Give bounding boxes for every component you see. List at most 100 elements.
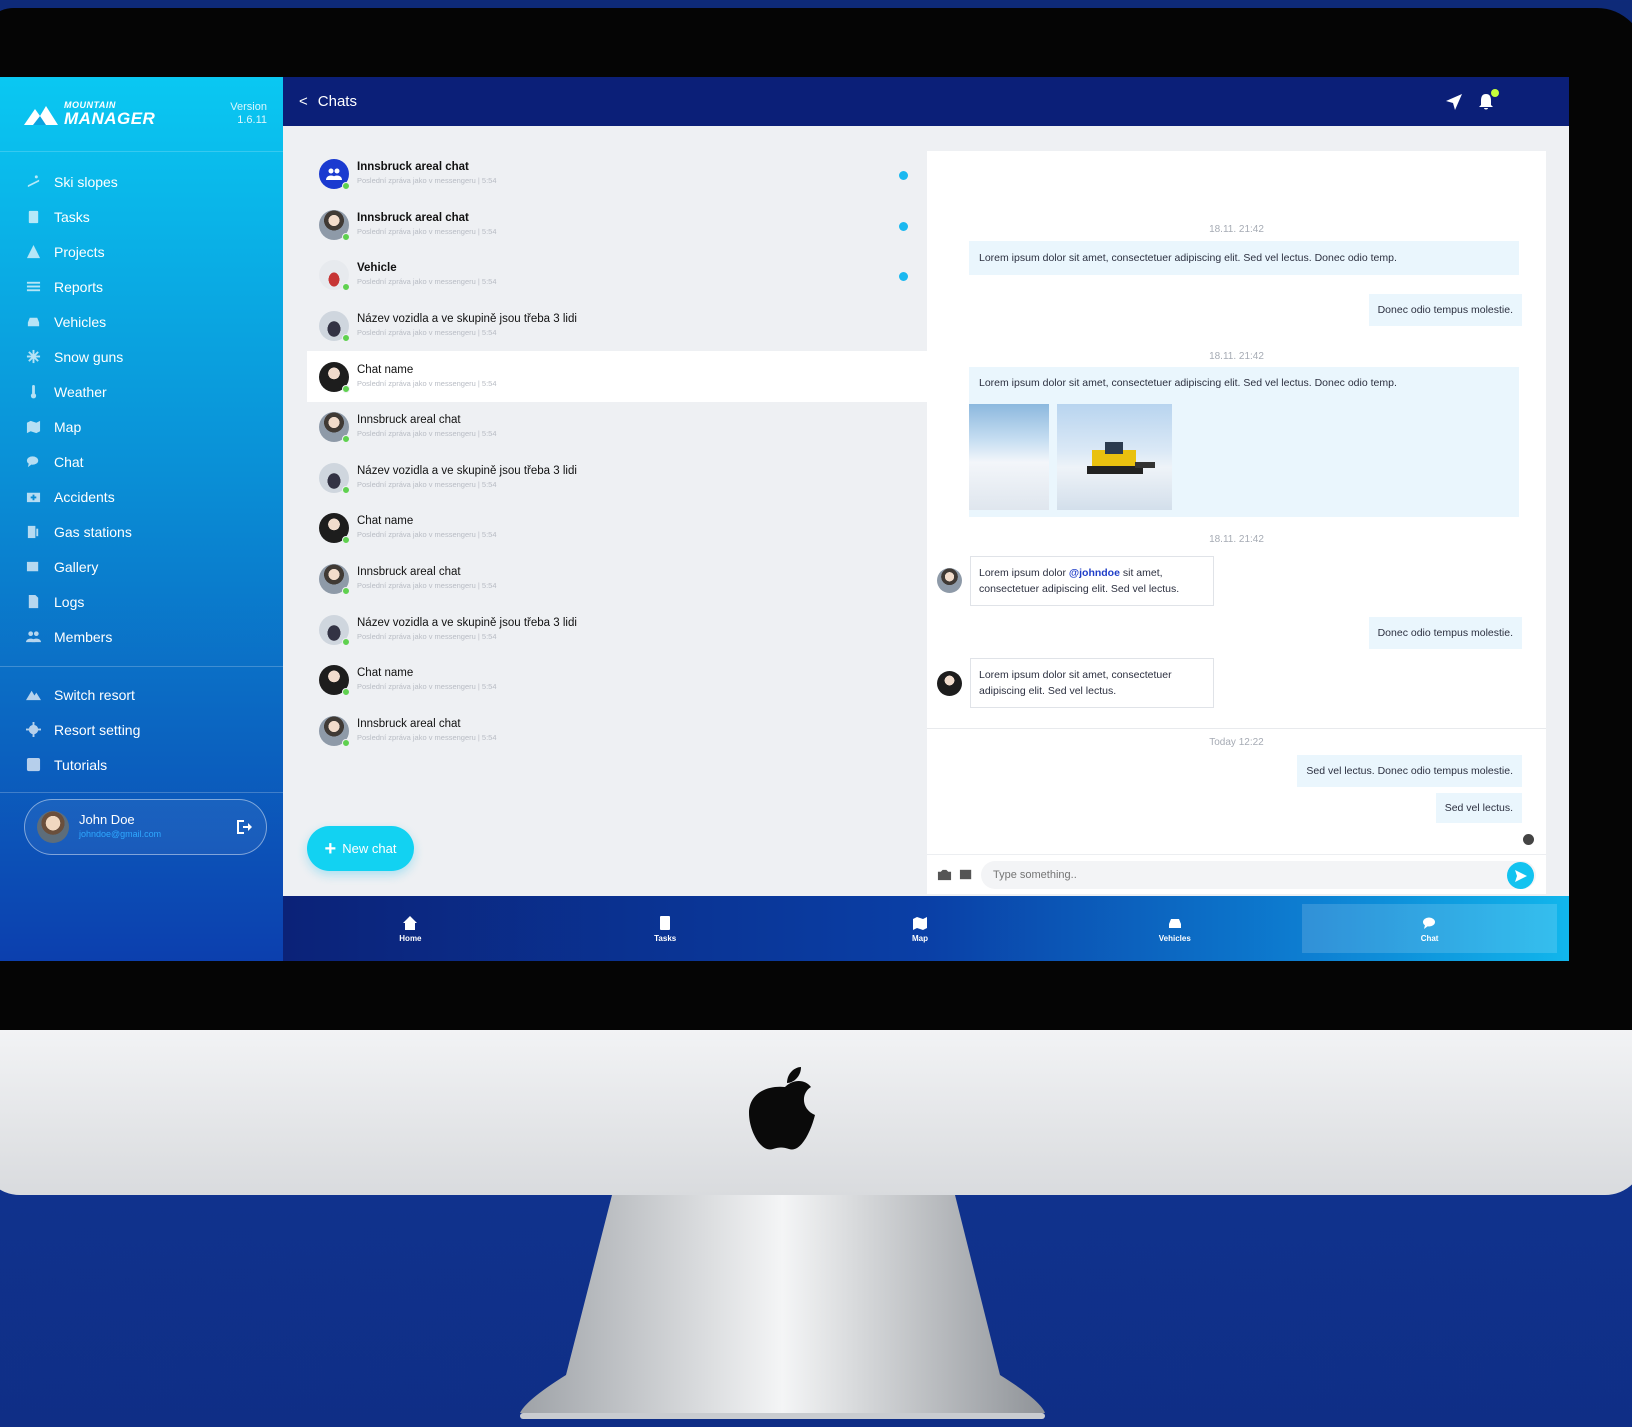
send-button[interactable] xyxy=(1507,862,1534,889)
sidebar-item-gas-stations[interactable]: Gas stations xyxy=(0,514,283,549)
chat-list-item[interactable]: Název vozidla a ve skupině jsou třeba 3 … xyxy=(307,453,927,504)
sidebar-item-label: Members xyxy=(54,628,113,645)
online-indicator xyxy=(342,637,350,646)
message-bubble-own: Sed vel lectus. xyxy=(1435,793,1522,823)
camera-icon[interactable] xyxy=(937,867,952,882)
logout-icon[interactable] xyxy=(234,817,254,837)
user-mention[interactable]: @johndoe xyxy=(1069,567,1120,579)
chat-list-item[interactable]: Innsbruck areal chat Poslední zpráva jako… xyxy=(307,200,927,251)
tab-vehicles[interactable]: Vehicles xyxy=(1047,896,1302,961)
seen-avatar xyxy=(1523,834,1534,845)
tab-map[interactable]: Map xyxy=(793,896,1048,961)
online-indicator xyxy=(342,738,350,747)
page-title: Chats xyxy=(317,93,357,110)
chat-last-message: Poslední zpráva jako v messengeru | 5:54 xyxy=(357,277,497,287)
brand-logo[interactable]: MOUNTAIN MANAGER xyxy=(24,101,155,127)
avatar xyxy=(937,671,962,696)
top-bar: < Chats xyxy=(283,77,1569,126)
sidebar-item-logs[interactable]: Logs xyxy=(0,584,283,619)
user-card[interactable]: John Doe johndoe@gmail.com xyxy=(24,799,267,855)
chat-list: Innsbruck areal chat Poslední zpráva jako… xyxy=(307,149,927,756)
sidebar-item-projects[interactable]: Projects xyxy=(0,234,283,269)
chat-last-message: Poslední zpráva jako v messengeru | 5:54 xyxy=(357,682,497,692)
message-timestamp: Today 12:22 xyxy=(1209,737,1264,748)
sidebar-item-chat[interactable]: Chat xyxy=(0,444,283,479)
navigation-arrow-icon[interactable] xyxy=(1445,93,1463,111)
tab-tasks[interactable]: Tasks xyxy=(538,896,793,961)
warning-icon xyxy=(24,243,42,261)
sidebar-item-map[interactable]: Map xyxy=(0,409,283,444)
chat-name: Chat name xyxy=(357,363,414,376)
avatar xyxy=(319,361,350,393)
chat-list-item[interactable]: Innsbruck areal chat Poslední zpráva jako… xyxy=(307,402,927,453)
chat-list-item[interactable]: Název vozidla a ve skupině jsou třeba 3 … xyxy=(307,604,927,655)
user-name: John Doe xyxy=(79,812,135,827)
chat-name: Chat name xyxy=(357,667,414,680)
chat-list-item[interactable]: Chat name Poslední zpráva jako v messenge… xyxy=(307,503,927,554)
chat-name: Název vozidla a ve skupině jsou třeba 3 … xyxy=(357,313,577,326)
online-indicator xyxy=(342,485,350,494)
sidebar-item-label: Tutorials xyxy=(54,756,108,773)
map-icon xyxy=(912,916,927,930)
sidebar-item-snow-guns[interactable]: Snow guns xyxy=(0,339,283,374)
ski-icon xyxy=(24,173,42,191)
online-indicator xyxy=(342,334,350,343)
back-button[interactable]: < xyxy=(299,93,308,110)
message-bubble: Lorem ipsum dolor sit amet, consectetuer… xyxy=(969,367,1519,517)
sidebar-item-ski-slopes[interactable]: Ski slopes xyxy=(0,164,283,199)
sidebar-item-tutorials[interactable]: Tutorials xyxy=(0,747,283,782)
notification-button[interactable] xyxy=(1477,89,1499,116)
tab-home[interactable]: Home xyxy=(283,896,538,961)
tab-chat[interactable]: Chat xyxy=(1302,904,1557,953)
unread-dot xyxy=(899,221,908,231)
chat-list-item[interactable]: Chat name Poslední zpráva jako v messenge… xyxy=(307,655,927,706)
sidebar-item-label: Logs xyxy=(54,593,85,610)
chat-list-item[interactable]: Chat name Poslední zpráva jako v messenge… xyxy=(307,351,927,402)
chat-list-item[interactable]: Innsbruck areal chat Poslední zpráva jako… xyxy=(307,554,927,605)
new-chat-button[interactable]: + New chat xyxy=(307,826,414,871)
chat-list-item[interactable]: Vehicle Poslední zpráva jako v messengeru… xyxy=(307,250,927,301)
chat-icon xyxy=(24,453,42,471)
bottom-nav: Home Tasks Map Vehicles Chat xyxy=(283,896,1569,961)
tab-label: Vehicles xyxy=(1158,933,1191,943)
chat-list-item[interactable]: Innsbruck areal chat Poslední zpráva jako… xyxy=(307,706,927,757)
message-image[interactable] xyxy=(969,404,1049,510)
tab-label: Chat xyxy=(1420,933,1439,943)
avatar xyxy=(319,564,350,596)
sidebar-item-switch-resort[interactable]: Switch resort xyxy=(0,677,283,712)
chat-last-message: Poslední zpráva jako v messengeru | 5:54 xyxy=(357,581,497,591)
sidebar-item-gallery[interactable]: Gallery xyxy=(0,549,283,584)
members-icon xyxy=(24,628,42,646)
sidebar-item-label: Vehicles xyxy=(54,313,107,330)
apple-logo-icon xyxy=(749,1067,815,1150)
sidebar-item-label: Chat xyxy=(54,453,84,470)
gas-station-icon xyxy=(24,523,42,541)
message-input[interactable] xyxy=(981,860,1536,889)
sidebar-item-label: Snow guns xyxy=(54,348,124,365)
avatar xyxy=(319,462,350,494)
sidebar-item-vehicles[interactable]: Vehicles xyxy=(0,304,283,339)
sidebar-item-reports[interactable]: Reports xyxy=(0,269,283,304)
avatar xyxy=(319,260,350,292)
sidebar-item-accidents[interactable]: Accidents xyxy=(0,479,283,514)
chat-last-message: Poslední zpráva jako v messengeru | 5:54 xyxy=(357,631,497,641)
chat-list-item[interactable]: Název vozidla a ve skupině jsou třeba 3 … xyxy=(307,301,927,352)
online-indicator xyxy=(342,536,350,545)
sidebar-item-label: Resort setting xyxy=(54,721,141,738)
mountain-logo-icon xyxy=(24,106,58,125)
avatar xyxy=(319,614,350,646)
message-image[interactable] xyxy=(1057,404,1172,510)
help-icon xyxy=(24,756,42,774)
online-indicator xyxy=(342,232,350,241)
message-bubble-own: Donec odio tempus molestie. xyxy=(1368,617,1522,649)
sidebar-item-tasks[interactable]: Tasks xyxy=(0,199,283,234)
chat-list-item[interactable]: Innsbruck areal chat Poslední zpráva jako… xyxy=(307,149,927,200)
list-icon xyxy=(24,278,42,296)
chat-name: Innsbruck areal chat xyxy=(357,161,469,174)
sidebar-item-weather[interactable]: Weather xyxy=(0,374,283,409)
gallery-icon[interactable] xyxy=(959,867,974,882)
sidebar-item-resort-setting[interactable]: Resort setting xyxy=(0,712,283,747)
thermometer-icon xyxy=(24,383,42,401)
online-indicator xyxy=(342,587,350,596)
sidebar-item-members[interactable]: Members xyxy=(0,619,283,654)
